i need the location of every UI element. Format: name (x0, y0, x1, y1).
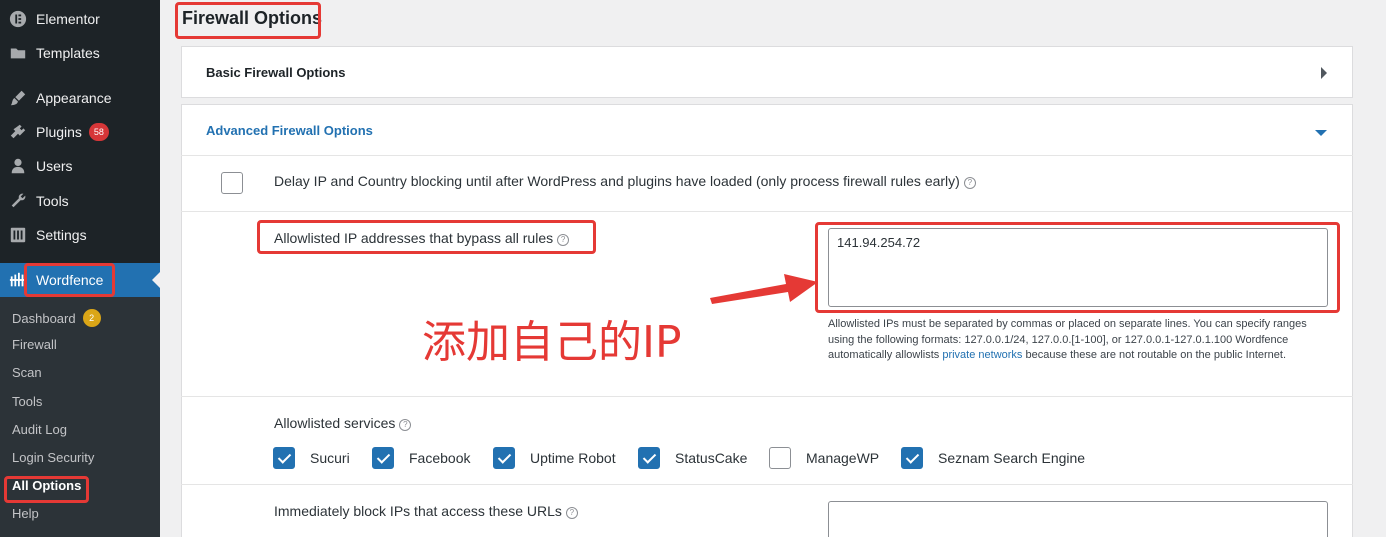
sidebar-item-label: Plugins (36, 124, 82, 140)
dashboard-notice-badge: 2 (82, 309, 101, 327)
wrench-icon (0, 192, 36, 210)
basic-firewall-panel[interactable]: Basic Firewall Options (181, 46, 1353, 98)
elementor-icon (0, 10, 36, 28)
service-statuscake-checkbox[interactable] (638, 447, 660, 469)
sidebar-item-settings[interactable]: Settings (0, 218, 160, 252)
basic-panel-title: Basic Firewall Options (206, 65, 346, 80)
highlight-allowlist-textarea (815, 222, 1340, 313)
help-icon[interactable]: ? (565, 507, 578, 519)
highlight-page-title (175, 2, 321, 39)
highlight-all-options (4, 476, 89, 503)
submenu-item-dashboard[interactable]: Dashboard 2 (12, 309, 101, 327)
service-label: ManageWP (806, 450, 880, 466)
help-icon[interactable]: ? (963, 177, 976, 189)
divider (181, 396, 1353, 397)
service-label: Seznam Search Engine (938, 450, 1086, 466)
highlight-allowlist-label (257, 220, 596, 254)
service-label: Uptime Robot (530, 450, 616, 466)
sidebar-item-label: Tools (36, 193, 69, 209)
sidebar-item-label: Templates (36, 45, 100, 61)
submenu-item-login-security[interactable]: Login Security (12, 450, 94, 465)
block-urls-textarea[interactable] (828, 501, 1328, 537)
plugin-icon (0, 123, 36, 141)
advanced-panel-title[interactable]: Advanced Firewall Options (206, 123, 373, 138)
service-facebook-checkbox[interactable] (372, 447, 394, 469)
allowlist-hint: Allowlisted IPs must be separated by com… (828, 318, 1307, 361)
current-menu-arrow (152, 272, 160, 288)
divider (181, 155, 1353, 156)
private-networks-link[interactable]: private networks (942, 349, 1022, 361)
sidebar-item-users[interactable]: Users (0, 149, 160, 183)
service-managewp-checkbox[interactable] (769, 447, 791, 469)
sidebar-item-label: Appearance (36, 90, 112, 106)
services-label: Allowlisted services? (274, 415, 412, 431)
submenu-item-help[interactable]: Help (12, 506, 39, 521)
brush-icon (0, 89, 36, 107)
settings-icon (0, 226, 36, 244)
user-icon (0, 157, 36, 175)
sidebar-item-label: Settings (36, 227, 87, 243)
caret-down-icon[interactable] (1315, 130, 1327, 136)
delay-blocking-checkbox[interactable] (221, 172, 243, 194)
block-urls-label: Immediately block IPs that access these … (274, 503, 578, 519)
sidebar-item-templates[interactable]: Templates (0, 36, 160, 70)
submenu-item-tools[interactable]: Tools (12, 394, 42, 409)
help-icon[interactable]: ? (399, 419, 412, 431)
folder-icon (0, 44, 36, 62)
divider (181, 484, 1353, 485)
service-label: Sucuri (310, 450, 350, 466)
plugins-update-badge: 58 (88, 123, 109, 141)
submenu-item-audit-log[interactable]: Audit Log (12, 422, 67, 437)
submenu-item-firewall[interactable]: Firewall (12, 337, 57, 352)
service-label: StatusCake (675, 450, 748, 466)
delay-blocking-option: Delay IP and Country blocking until afte… (274, 173, 976, 189)
sidebar-item-plugins[interactable]: Plugins 58 (0, 115, 160, 149)
sidebar-item-label: Users (36, 158, 73, 174)
submenu-item-scan[interactable]: Scan (12, 365, 42, 380)
divider (181, 211, 1353, 212)
service-label: Facebook (409, 450, 471, 466)
sidebar-item-elementor[interactable]: Elementor (0, 2, 160, 36)
sidebar-item-tools[interactable]: Tools (0, 184, 160, 218)
caret-right-icon[interactable] (1321, 67, 1327, 79)
service-sucuri-checkbox[interactable] (273, 447, 295, 469)
sidebar-item-label: Elementor (36, 11, 100, 27)
highlight-wordfence (24, 263, 115, 297)
service-seznam-checkbox[interactable] (901, 447, 923, 469)
annotation-text: 添加自己的IP (422, 317, 682, 368)
annotation-arrow-icon (710, 274, 818, 304)
service-uptime-robot-checkbox[interactable] (493, 447, 515, 469)
sidebar-item-appearance[interactable]: Appearance (0, 81, 160, 115)
